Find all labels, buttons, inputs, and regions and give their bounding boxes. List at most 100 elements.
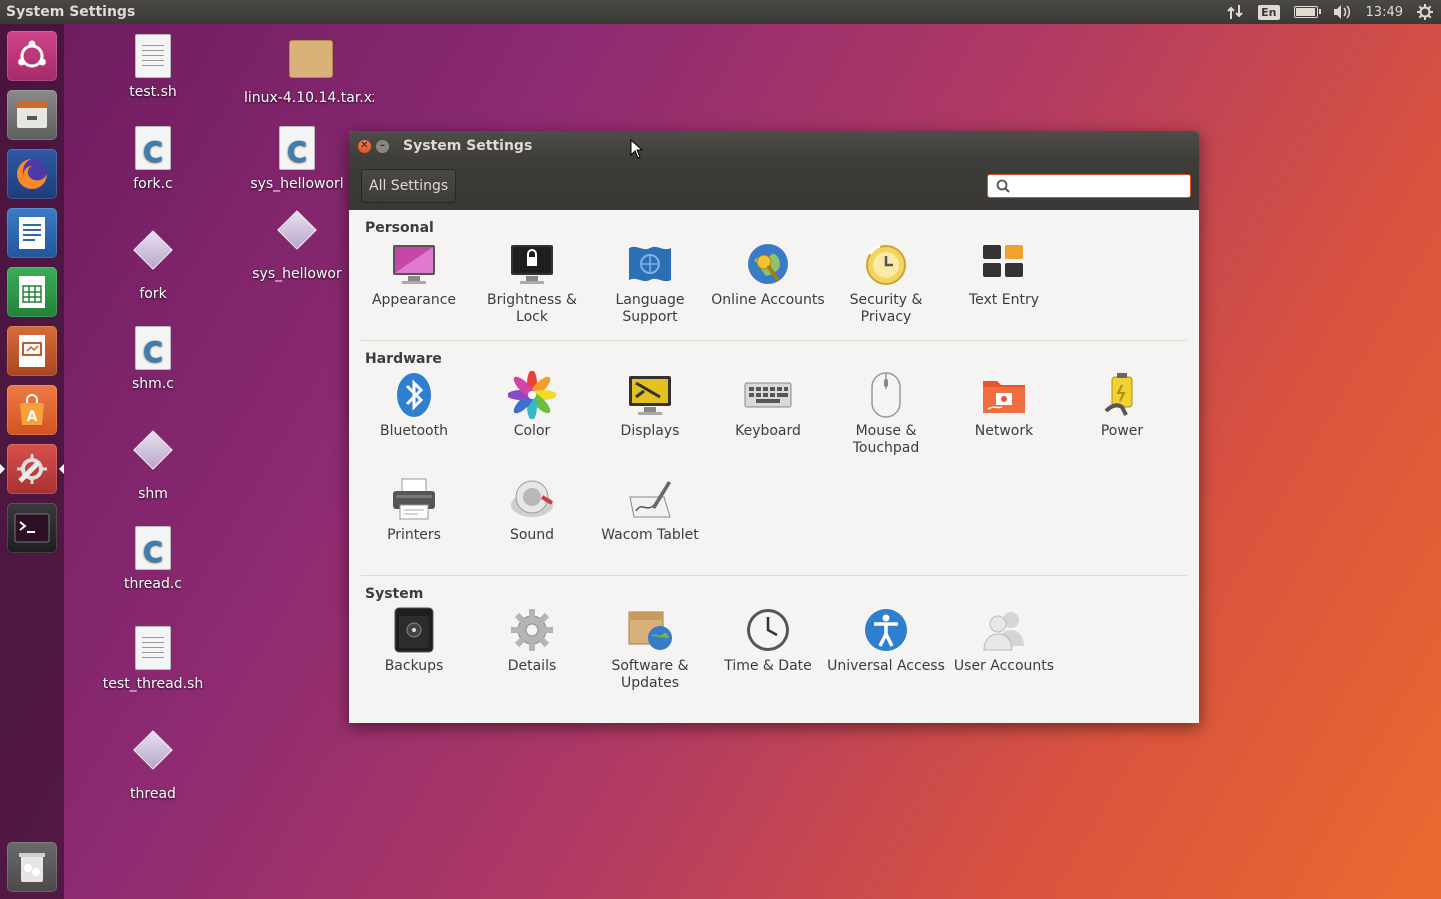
section-system: System Backups Details Software & Updates Ti…	[349, 576, 1199, 706]
desktop-icon[interactable]: linux-4.10.14.tar.xz	[244, 34, 374, 106]
settings-item-software-updates[interactable]: Software & Updates	[591, 602, 709, 706]
minimize-icon: –	[380, 140, 385, 151]
settings-item-details[interactable]: Details	[473, 602, 591, 706]
settings-item-color[interactable]: Color	[473, 367, 591, 471]
settings-item-label: Displays	[620, 423, 680, 439]
session-gear-icon[interactable]	[1417, 4, 1433, 20]
system-settings-button[interactable]	[7, 444, 57, 494]
settings-item-label: Text Entry	[968, 292, 1039, 308]
top-panel: System Settings En 13:49	[0, 0, 1441, 24]
settings-item-label: Backups	[384, 658, 444, 674]
close-button[interactable]: ✕	[358, 139, 371, 153]
settings-item-language-support[interactable]: Language Support	[591, 236, 709, 340]
mouse-touchpad-icon	[862, 371, 910, 419]
c-source-icon: C	[135, 126, 171, 170]
settings-item-label: Keyboard	[735, 423, 801, 439]
desktop-icon[interactable]: C thread.c	[88, 526, 218, 592]
settings-item-label: Sound	[509, 527, 555, 543]
trash-icon	[19, 853, 45, 882]
shell-script-icon	[135, 626, 171, 670]
settings-item-brightness-lock[interactable]: Brightness & Lock	[473, 236, 591, 340]
mouse-cursor-icon	[630, 139, 644, 159]
all-settings-button[interactable]: All Settings	[361, 168, 457, 203]
section-title: Personal	[365, 220, 434, 236]
backups-icon	[390, 606, 438, 654]
settings-item-user-accounts[interactable]: User Accounts	[945, 602, 1063, 706]
settings-item-label: Network	[974, 423, 1034, 439]
libreoffice-calc-button[interactable]	[7, 267, 57, 317]
network-icon	[980, 371, 1028, 419]
settings-item-displays[interactable]: Displays	[591, 367, 709, 471]
executable-icon	[133, 230, 173, 270]
security-privacy-icon	[862, 240, 910, 288]
desktop-icon[interactable]: C fork.c	[88, 126, 218, 192]
desktop-icon[interactable]: shm	[88, 426, 218, 502]
search-icon	[996, 179, 1010, 193]
settings-item-security-privacy[interactable]: Security & Privacy	[827, 236, 945, 340]
settings-item-keyboard[interactable]: Keyboard	[709, 367, 827, 471]
window-titlebar[interactable]: ✕ – System Settings	[349, 131, 1199, 161]
impress-presentation-icon	[19, 335, 45, 367]
software-center-button[interactable]: A	[7, 385, 57, 435]
terminal-button[interactable]	[7, 503, 57, 553]
software-updates-icon	[626, 606, 674, 654]
settings-item-bluetooth[interactable]: Bluetooth	[355, 367, 473, 471]
terminal-icon	[14, 513, 50, 543]
displays-icon	[626, 371, 674, 419]
desktop-icon[interactable]: fork	[88, 226, 218, 302]
executable-icon	[277, 210, 317, 250]
details-icon	[508, 606, 556, 654]
svg-text:A: A	[27, 409, 38, 425]
search-input[interactable]	[1016, 176, 1180, 195]
file-cabinet-icon	[17, 102, 47, 128]
settings-item-appearance[interactable]: Appearance	[355, 236, 473, 340]
settings-item-time-date[interactable]: Time & Date	[709, 602, 827, 706]
files-button[interactable]	[7, 90, 57, 140]
settings-item-sound[interactable]: Sound	[473, 471, 591, 575]
volume-icon[interactable]	[1332, 4, 1352, 20]
settings-item-label: Bluetooth	[380, 423, 448, 439]
executable-icon	[133, 430, 173, 470]
minimize-button[interactable]: –	[376, 139, 389, 153]
user-accounts-icon	[980, 606, 1028, 654]
settings-item-printers[interactable]: Printers	[355, 471, 473, 575]
network-transfer-icon[interactable]	[1226, 4, 1244, 20]
clock[interactable]: 13:49	[1366, 5, 1403, 20]
settings-item-label: Online Accounts	[711, 292, 825, 308]
battery-icon[interactable]	[1293, 6, 1321, 18]
active-indicator-left	[0, 464, 5, 474]
settings-item-wacom-tablet[interactable]: Wacom Tablet	[591, 471, 709, 575]
settings-item-mouse-touchpad[interactable]: Mouse & Touchpad	[827, 367, 945, 471]
libreoffice-writer-button[interactable]	[7, 208, 57, 258]
indicator-area: En 13:49	[1226, 4, 1441, 20]
settings-item-label: User Accounts	[953, 658, 1055, 674]
color-icon	[508, 371, 556, 419]
libreoffice-impress-button[interactable]	[7, 326, 57, 376]
search-box[interactable]	[987, 173, 1191, 198]
section-title: System	[365, 586, 424, 602]
settings-item-online-accounts[interactable]: Online Accounts	[709, 236, 827, 340]
desktop-icon[interactable]: sys_hellowor	[244, 206, 350, 282]
desktop-icon[interactable]: C sys_helloworl	[244, 126, 350, 192]
settings-item-label: Mouse & Touchpad	[852, 423, 920, 456]
online-accounts-icon	[744, 240, 792, 288]
trash-button[interactable]	[7, 842, 57, 892]
desktop-icon[interactable]: test.sh	[88, 34, 218, 100]
desktop-icon[interactable]: C shm.c	[88, 326, 218, 392]
settings-item-backups[interactable]: Backups	[355, 602, 473, 706]
ubuntu-dash-button[interactable]	[7, 31, 57, 81]
system-settings-window: ✕ – System Settings All Settings Persona…	[349, 131, 1199, 723]
desktop-icon[interactable]: thread	[88, 726, 218, 802]
settings-item-universal-access[interactable]: Universal Access	[827, 602, 945, 706]
settings-item-label: Software & Updates	[611, 658, 689, 691]
section-title: Hardware	[365, 351, 442, 367]
settings-item-network[interactable]: Network	[945, 367, 1063, 471]
desktop-icon[interactable]: test_thread.sh	[88, 626, 218, 692]
settings-item-text-entry[interactable]: Text Entry	[945, 236, 1063, 340]
launcher: A	[0, 24, 64, 899]
settings-item-power[interactable]: Power	[1063, 367, 1181, 471]
keyboard-layout-indicator[interactable]: En	[1258, 4, 1280, 20]
settings-item-label: Time & Date	[724, 658, 812, 674]
firefox-button[interactable]	[7, 149, 57, 199]
settings-grid: Bluetooth Color Displays Keyboard Mouse & To…	[355, 367, 1199, 575]
